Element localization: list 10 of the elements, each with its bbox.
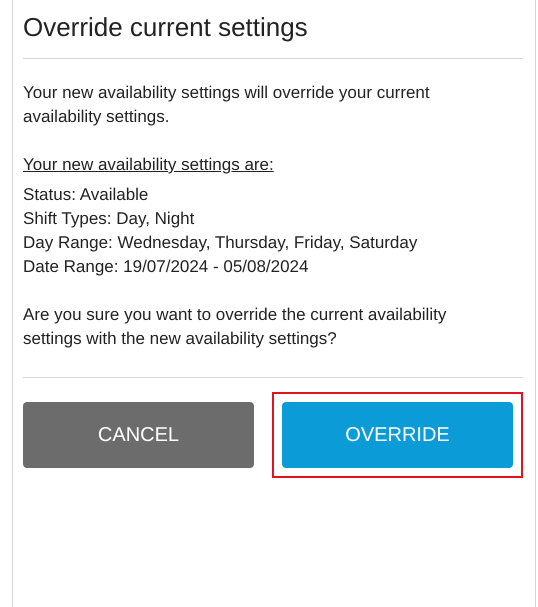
summary-line: Shift Types: Day, Night (23, 208, 196, 230)
summary-heading: Your new availability settings are: (23, 154, 275, 176)
cancel-button[interactable]: CANCEL (23, 402, 254, 468)
dialog-title: Override current settings (23, 11, 309, 44)
summary-line: Date Range: 19/07/2024 - 05/08/2024 (23, 256, 310, 278)
confirmation-question: Are you sure you want to override the current availability settings with the new availability settings? (23, 304, 448, 350)
summary-line: Status: Available (23, 184, 150, 206)
intro-text: Your new availability settings will override your current availability settings. (23, 82, 431, 128)
summary-line: Day Range: Wednesday, Thursday, Friday, Saturday (23, 232, 418, 254)
override-button[interactable]: OVERRIDE (282, 402, 513, 468)
